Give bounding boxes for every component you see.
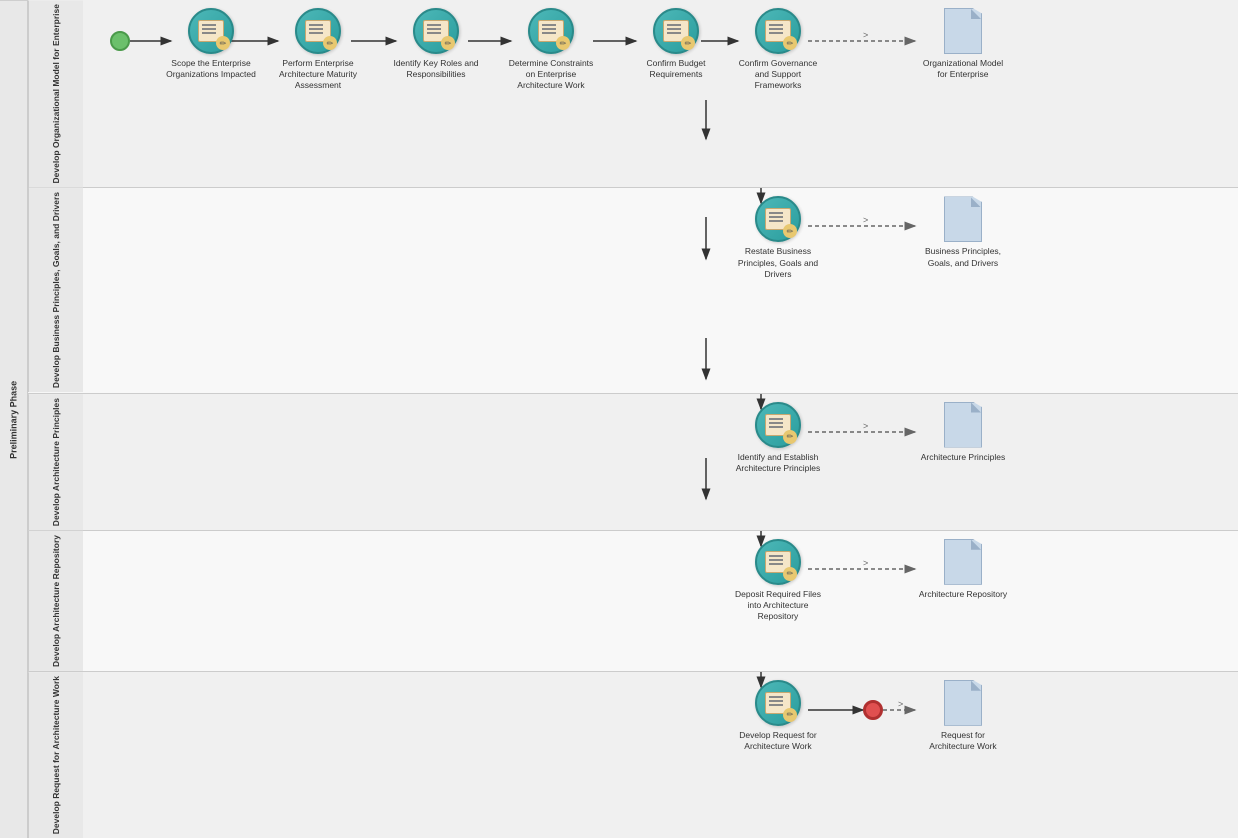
- pencil-badge-10: ✏: [783, 708, 797, 722]
- task-circle-6: ✏: [755, 8, 801, 54]
- swim-lane-business: Develop Business Principles, Goals, and …: [28, 188, 1238, 393]
- task-label-2: Perform Enterprise Architecture Maturity…: [273, 58, 363, 91]
- lane-content-business: > ✏ Restate Business Principles, Goals a…: [83, 188, 1238, 392]
- doc-label-3: Architecture Principles: [918, 452, 1008, 463]
- arrows-lane2: >: [83, 188, 1238, 392]
- doc-corner-4: [971, 540, 981, 550]
- doc-req-work: Request for Architecture Work: [923, 680, 1003, 752]
- doc-shape-3: [944, 402, 982, 448]
- arrows-lane4: >: [83, 531, 1238, 671]
- task-circle-8: ✏: [755, 402, 801, 448]
- task-constraints[interactable]: ✏ Determine Constraints on Enterprise Ar…: [511, 8, 591, 91]
- task-circle-1: ✏: [188, 8, 234, 54]
- pencil-badge-9: ✏: [783, 567, 797, 581]
- task-label-10: Develop Request for Architecture Work: [733, 730, 823, 752]
- pencil-badge-1: ✏: [216, 36, 230, 50]
- task-label-3: Identify Key Roles and Responsibilities: [391, 58, 481, 80]
- lane-label-arch-principles: Develop Architecture Principles: [28, 394, 83, 530]
- doc-label-5: Request for Architecture Work: [918, 730, 1008, 752]
- phase-column: Preliminary Phase: [0, 0, 28, 838]
- end-node: [863, 700, 883, 720]
- task-deposit-files[interactable]: ✏ Deposit Required Files into Architectu…: [738, 539, 818, 622]
- task-maturity-assessment[interactable]: ✏ Perform Enterprise Architecture Maturi…: [278, 8, 358, 91]
- task-circle-3: ✏: [413, 8, 459, 54]
- doc-org-model: Organizational Model for Enterprise: [923, 8, 1003, 80]
- arrows-lane5: >: [83, 672, 1238, 838]
- pencil-badge-2: ✏: [323, 36, 337, 50]
- lane-label-req-work: Develop Request for Architecture Work: [28, 672, 83, 838]
- task-circle-10: ✏: [755, 680, 801, 726]
- main-content: Develop Organizational Model for Enterpr…: [28, 0, 1238, 838]
- swim-lane-arch-principles: Develop Architecture Principles > ✏ Iden…: [28, 394, 1238, 531]
- arrow-gt-3: >: [863, 421, 868, 431]
- arrow-gt-4: >: [863, 558, 868, 568]
- doc-corner-3: [971, 403, 981, 413]
- task-restate-principles[interactable]: ✏ Restate Business Principles, Goals and…: [738, 196, 818, 279]
- task-circle-4: ✏: [528, 8, 574, 54]
- lane-label-arch-repo: Develop Architecture Repository: [28, 531, 83, 671]
- doc-shape-1: [944, 8, 982, 54]
- phase-label: Preliminary Phase: [0, 0, 27, 838]
- diagram-container: Preliminary Phase Develop Organizational…: [0, 0, 1238, 838]
- task-arch-principles[interactable]: ✏ Identify and Establish Architecture Pr…: [738, 402, 818, 474]
- arrow-gt-2: >: [863, 215, 868, 225]
- lane-label-business: Develop Business Principles, Goals, and …: [28, 188, 83, 392]
- lane-content-arch-repo: > ✏ Deposit Required Files into Architec…: [83, 531, 1238, 671]
- task-label-5: Confirm Budget Requirements: [631, 58, 721, 80]
- swim-lane-org-model: Develop Organizational Model for Enterpr…: [28, 0, 1238, 188]
- pencil-badge-3: ✏: [441, 36, 455, 50]
- arrow-gt-5: >: [898, 699, 903, 709]
- lane-content-req-work: > ✏ Develop Request for Architecture Wor…: [83, 672, 1238, 838]
- swim-lane-arch-repo: Develop Architecture Repository > ✏ Depo…: [28, 531, 1238, 672]
- arrows-lane3: >: [83, 394, 1238, 530]
- doc-business-principles: Business Principles, Goals, and Drivers: [923, 196, 1003, 268]
- task-label-1: Scope the Enterprise Organizations Impac…: [166, 58, 256, 80]
- doc-label-4: Architecture Repository: [918, 589, 1008, 600]
- doc-corner-1: [971, 9, 981, 19]
- doc-label-2: Business Principles, Goals, and Drivers: [918, 246, 1008, 268]
- task-circle-7: ✏: [755, 196, 801, 242]
- doc-corner-5: [971, 681, 981, 691]
- task-governance[interactable]: ✏ Confirm Governance and Support Framewo…: [738, 8, 818, 91]
- pencil-badge-6: ✏: [783, 36, 797, 50]
- task-label-7: Restate Business Principles, Goals and D…: [733, 246, 823, 279]
- arrow-gt-1: >: [863, 30, 868, 40]
- lane-content-org: > ✏ Scope the Enterprise Organizations I…: [83, 0, 1238, 187]
- start-node: [110, 31, 130, 51]
- task-circle-2: ✏: [295, 8, 341, 54]
- pencil-badge-7: ✏: [783, 224, 797, 238]
- task-budget[interactable]: ✏ Confirm Budget Requirements: [636, 8, 716, 80]
- task-scope-enterprise[interactable]: ✏ Scope the Enterprise Organizations Imp…: [171, 8, 251, 80]
- task-develop-request[interactable]: ✏ Develop Request for Architecture Work: [738, 680, 818, 752]
- task-key-roles[interactable]: ✏ Identify Key Roles and Responsibilitie…: [396, 8, 476, 80]
- task-label-9: Deposit Required Files into Architecture…: [733, 589, 823, 622]
- swim-lane-req-work: Develop Request for Architecture Work > …: [28, 672, 1238, 838]
- doc-arch-principles: Architecture Principles: [923, 402, 1003, 463]
- pencil-badge-5: ✏: [681, 36, 695, 50]
- lane-content-arch-principles: > ✏ Identify and Establish Architecture …: [83, 394, 1238, 530]
- doc-label-1: Organizational Model for Enterprise: [918, 58, 1008, 80]
- task-label-4: Determine Constraints on Enterprise Arch…: [506, 58, 596, 91]
- doc-arch-repo: Architecture Repository: [923, 539, 1003, 600]
- task-label-6: Confirm Governance and Support Framework…: [733, 58, 823, 91]
- task-circle-5: ✏: [653, 8, 699, 54]
- pencil-badge-4: ✏: [556, 36, 570, 50]
- pencil-badge-8: ✏: [783, 430, 797, 444]
- task-label-8: Identify and Establish Architecture Prin…: [733, 452, 823, 474]
- doc-shape-4: [944, 539, 982, 585]
- lane-label-org: Develop Organizational Model for Enterpr…: [28, 0, 83, 187]
- doc-shape-2: [944, 196, 982, 242]
- doc-shape-5: [944, 680, 982, 726]
- task-circle-9: ✏: [755, 539, 801, 585]
- doc-corner-2: [971, 197, 981, 207]
